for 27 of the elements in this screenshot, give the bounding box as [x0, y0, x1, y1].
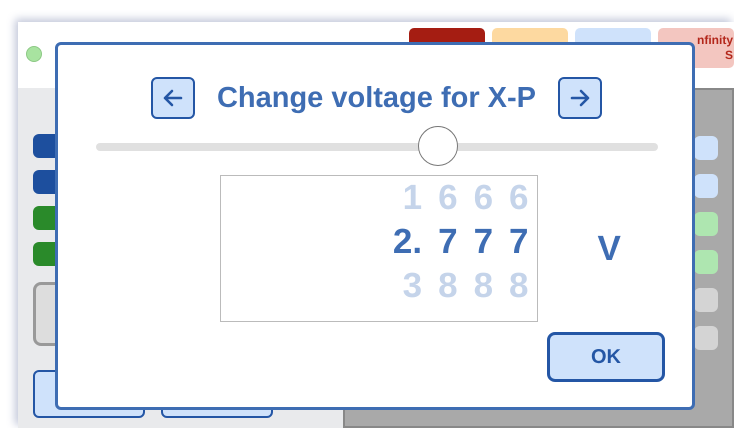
digit: 8 — [438, 265, 458, 307]
digit: 8 — [509, 265, 528, 307]
channel-tag[interactable] — [694, 326, 718, 350]
unit-label: V — [598, 228, 621, 268]
digit: 6 — [474, 177, 494, 219]
channel-tag[interactable] — [694, 288, 718, 312]
digit-picker[interactable]: 1 2. 3 6 7 8 6 7 8 6 7 8 — [220, 175, 538, 322]
previous-button[interactable] — [150, 77, 195, 119]
digit: 6 — [509, 177, 528, 219]
left-arrow-icon — [162, 87, 184, 109]
next-button[interactable] — [558, 77, 602, 119]
right-arrow-icon — [569, 87, 592, 109]
channel-tag[interactable] — [694, 174, 718, 198]
digit: 3 — [402, 265, 422, 307]
digit: 6 — [438, 177, 458, 219]
channel-tag[interactable] — [694, 250, 718, 274]
ok-button[interactable]: OK — [547, 332, 665, 382]
digit: 7 — [438, 221, 458, 263]
slider-thumb[interactable] — [418, 126, 458, 166]
digit: 2. — [392, 221, 422, 263]
digit: 7 — [509, 221, 528, 263]
channel-tag[interactable] — [694, 136, 718, 160]
channel-tag[interactable] — [694, 212, 718, 236]
digit: 8 — [474, 265, 494, 307]
digit: 7 — [474, 221, 494, 263]
dialog-title: Change voltage for X-P — [216, 82, 536, 114]
digit: 1 — [402, 177, 422, 219]
